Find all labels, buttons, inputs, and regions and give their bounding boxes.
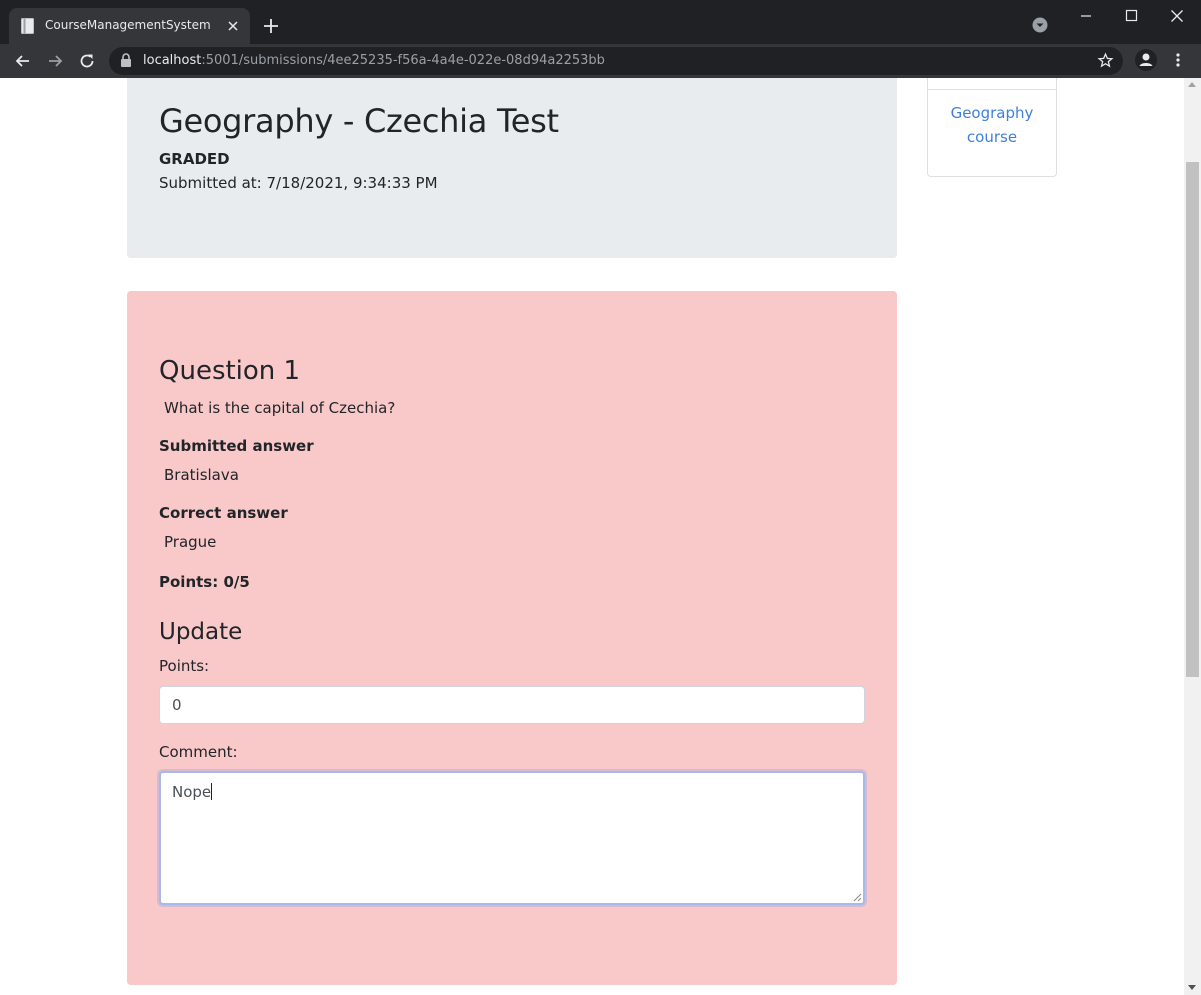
minimize-icon[interactable] <box>1076 6 1096 26</box>
url-host: localhost <box>143 53 202 68</box>
kebab-menu-icon[interactable] <box>1170 52 1186 68</box>
tab-search-icon[interactable] <box>1032 17 1048 33</box>
scroll-down-arrow-icon[interactable] <box>1188 985 1196 990</box>
browser-title-bar: CourseManagementSystem <box>0 0 1201 44</box>
correct-answer-value: Prague <box>164 533 217 551</box>
divider <box>928 89 1056 90</box>
course-link-line1: Geography <box>950 104 1034 122</box>
url-path: :5001/submissions/4ee25235-f56a-4a4e-022… <box>201 53 605 68</box>
plus-icon[interactable] <box>262 17 280 35</box>
reload-icon[interactable] <box>78 52 96 70</box>
status-badge: GRADED <box>159 150 230 168</box>
page-title: Geography - Czechia Test <box>159 102 559 140</box>
url-text[interactable]: localhost:5001/submissions/4ee25235-f56a… <box>143 53 605 68</box>
resize-handle-icon[interactable] <box>853 893 862 902</box>
close-icon[interactable] <box>224 17 242 35</box>
person-icon[interactable] <box>1135 49 1157 71</box>
window-close-icon[interactable] <box>1167 6 1187 26</box>
question-title: Question 1 <box>159 356 301 386</box>
page-viewport: Geography - Czechia Test GRADED Submitte… <box>0 78 1201 995</box>
maximize-icon[interactable] <box>1121 6 1141 26</box>
text-caret <box>211 783 213 800</box>
points-label: Points: <box>159 657 210 675</box>
browser-tab[interactable]: CourseManagementSystem <box>9 8 250 44</box>
comment-textarea[interactable]: Nope <box>159 771 865 905</box>
comment-label: Comment: <box>159 743 238 761</box>
arrow-left-icon[interactable] <box>14 52 32 70</box>
submitted-answer-value: Bratislava <box>164 466 239 484</box>
page-icon <box>21 18 34 34</box>
points-input[interactable] <box>159 686 865 724</box>
course-link-line2: course <box>966 128 1018 146</box>
vertical-scrollbar[interactable] <box>1184 78 1201 995</box>
correct-answer-label: Correct answer <box>159 504 288 522</box>
lock-icon[interactable] <box>120 53 132 67</box>
arrow-right-icon[interactable] <box>46 52 64 70</box>
course-link[interactable]: Geography course <box>928 101 1056 149</box>
submitted-answer-label: Submitted answer <box>159 437 314 455</box>
scroll-up-arrow-icon[interactable] <box>1188 82 1196 87</box>
scrollbar-thumb[interactable] <box>1186 162 1199 677</box>
question-text: What is the capital of Czechia? <box>164 399 396 417</box>
tab-title: CourseManagementSystem <box>45 18 211 32</box>
comment-text: Nope <box>172 783 212 801</box>
submitted-at: Submitted at: 7/18/2021, 9:34:33 PM <box>159 174 438 192</box>
points-summary: Points: 0/5 <box>159 573 250 591</box>
course-sidebar-card: Geography course <box>927 78 1057 177</box>
star-icon[interactable] <box>1097 52 1114 69</box>
update-title: Update <box>159 619 243 645</box>
